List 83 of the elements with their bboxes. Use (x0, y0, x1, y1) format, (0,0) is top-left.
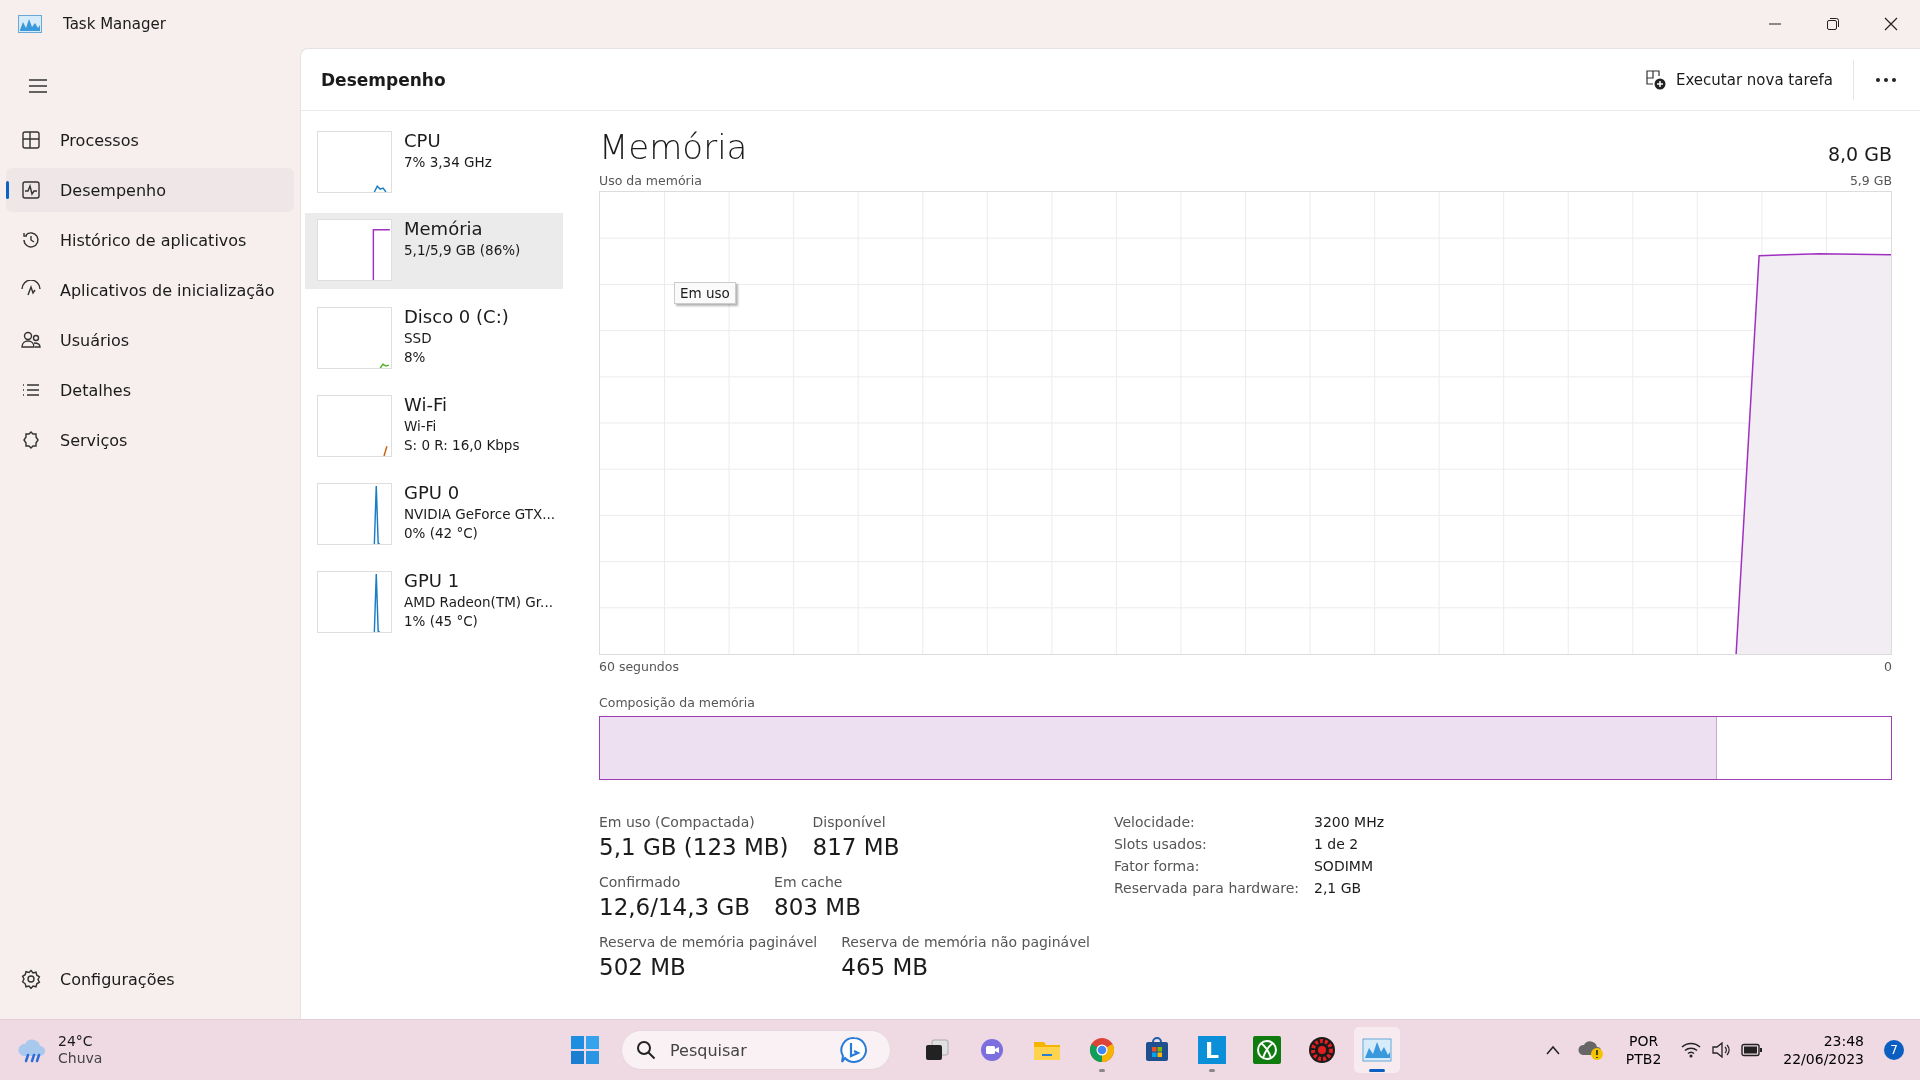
show-hidden-icons-button[interactable] (1543, 1043, 1562, 1057)
search-field[interactable]: Pesquisar (621, 1030, 891, 1070)
stat-value: 5,1 GB (123 MB) (599, 834, 789, 860)
spec-value: 1 de 2 (1314, 836, 1360, 852)
xbox-icon (1253, 1036, 1281, 1064)
battery-icon[interactable] (1741, 1043, 1764, 1057)
chat-icon (979, 1038, 1005, 1062)
letter-app-button[interactable]: L (1189, 1027, 1235, 1073)
device-item[interactable]: GPU 0 NVIDIA GeForce GTX... 0% (42 °C) (305, 477, 563, 553)
graph-max-label: 5,9 GB (1849, 173, 1892, 189)
graph-label: Uso da memória (599, 173, 702, 189)
users-icon (20, 330, 42, 350)
store-icon (1144, 1037, 1170, 1063)
spec-label: Slots usados: (1114, 836, 1208, 852)
menu-icon (29, 79, 47, 93)
device-item[interactable]: Wi-Fi Wi-Fi S: 0 R: 16,0 Kbps (305, 389, 563, 465)
stat-label: Em cache (774, 874, 844, 890)
device-item[interactable]: Memória 5,1/5,9 GB (86%) (305, 213, 563, 289)
spec-value: 2,1 GB (1314, 880, 1363, 896)
wifi-icon[interactable] (1681, 1042, 1702, 1058)
monitor-app-button[interactable] (1354, 1027, 1400, 1073)
weather-condition: Chuva (58, 1050, 103, 1067)
stat-value: 502 MB (599, 954, 687, 980)
search-icon (636, 1040, 656, 1060)
page-title: Desempenho (321, 69, 446, 90)
running-indicator (1099, 1069, 1105, 1072)
stat-label: Em uso (Compactada) (599, 814, 756, 830)
stat-value: 465 MB (841, 954, 930, 980)
running-indicator (1369, 1069, 1385, 1072)
composition-label: Composição da memória (599, 695, 756, 710)
clock-button[interactable]: 23:48 22/06/2023 (1777, 1031, 1870, 1069)
stat-label: Disponível (812, 814, 887, 830)
tooltip: Em uso (674, 282, 736, 304)
search-input[interactable]: Pesquisar (668, 1039, 828, 1061)
processes-icon (20, 130, 42, 150)
device-item[interactable]: Disco 0 (C:) SSD 8% (305, 301, 563, 377)
sidebar-item[interactable]: Serviços (6, 418, 294, 462)
app-icon (18, 15, 42, 33)
device-item[interactable]: GPU 1 AMD Radeon(TM) Gr... 1% (45 °C) (305, 565, 563, 641)
running-indicator (1209, 1069, 1215, 1072)
sidebar-item[interactable]: Aplicativos de inicialização (6, 268, 294, 312)
device-item[interactable]: CPU 7% 3,34 GHz (305, 125, 563, 201)
stat-value: 12,6/14,3 GB (599, 894, 751, 920)
run-new-task-button[interactable]: Executar nova tarefa (1635, 63, 1843, 96)
taskview-icon (924, 1038, 950, 1062)
spec-label: Reservada para hardware: (1114, 880, 1301, 896)
keyboard-language-button[interactable]: POR PTB2 (1619, 1031, 1668, 1069)
stat-label: Reserva de memória não paginável (841, 934, 1090, 950)
window-title: Task Manager (63, 15, 166, 33)
new-task-icon (1645, 69, 1666, 90)
sidebar-item[interactable]: Usuários (6, 318, 294, 362)
more-icon (1876, 77, 1896, 82)
stat-label: Reserva de memória paginável (599, 934, 818, 950)
settings-icon (20, 969, 42, 989)
settings-item[interactable]: Configurações (6, 957, 294, 1001)
capacity-value: 8,0 GB (1828, 143, 1892, 165)
sidebar-item[interactable]: Histórico de aplicativos (6, 218, 294, 262)
close-icon (1884, 17, 1898, 31)
sidebar-item[interactable]: Detalhes (6, 368, 294, 412)
stat-value: 817 MB (812, 834, 900, 860)
restore-icon (1826, 17, 1840, 31)
gear-icon (1308, 1036, 1336, 1064)
notification-badge[interactable]: 7 (1884, 1040, 1904, 1060)
stat-value: 803 MB (774, 894, 861, 920)
app-letter-icon: L (1198, 1036, 1226, 1064)
spec-value: SODIMM (1314, 858, 1374, 874)
time-span-label: 60 segundos (599, 659, 679, 675)
windows-logo-icon (571, 1036, 599, 1064)
sidebar-item[interactable]: Desempenho (6, 168, 294, 212)
time-end-label: 0 (1884, 659, 1892, 675)
stat-label: Confirmado (599, 874, 682, 890)
sidebar-item[interactable]: Processos (6, 118, 294, 162)
volume-icon[interactable] (1711, 1042, 1732, 1058)
monitor-icon (1362, 1038, 1392, 1062)
spec-value: 3200 MHz (1314, 814, 1385, 830)
browser-icon (1089, 1037, 1115, 1063)
weather-temperature: 24°C (58, 1033, 94, 1050)
history-icon (20, 230, 42, 250)
chat-bubble-icon (840, 1036, 868, 1064)
spec-label: Velocidade: (1114, 814, 1196, 830)
section-title: Memória (599, 126, 748, 169)
performance-icon (20, 180, 42, 200)
spec-label: Fator forma: (1114, 858, 1201, 874)
